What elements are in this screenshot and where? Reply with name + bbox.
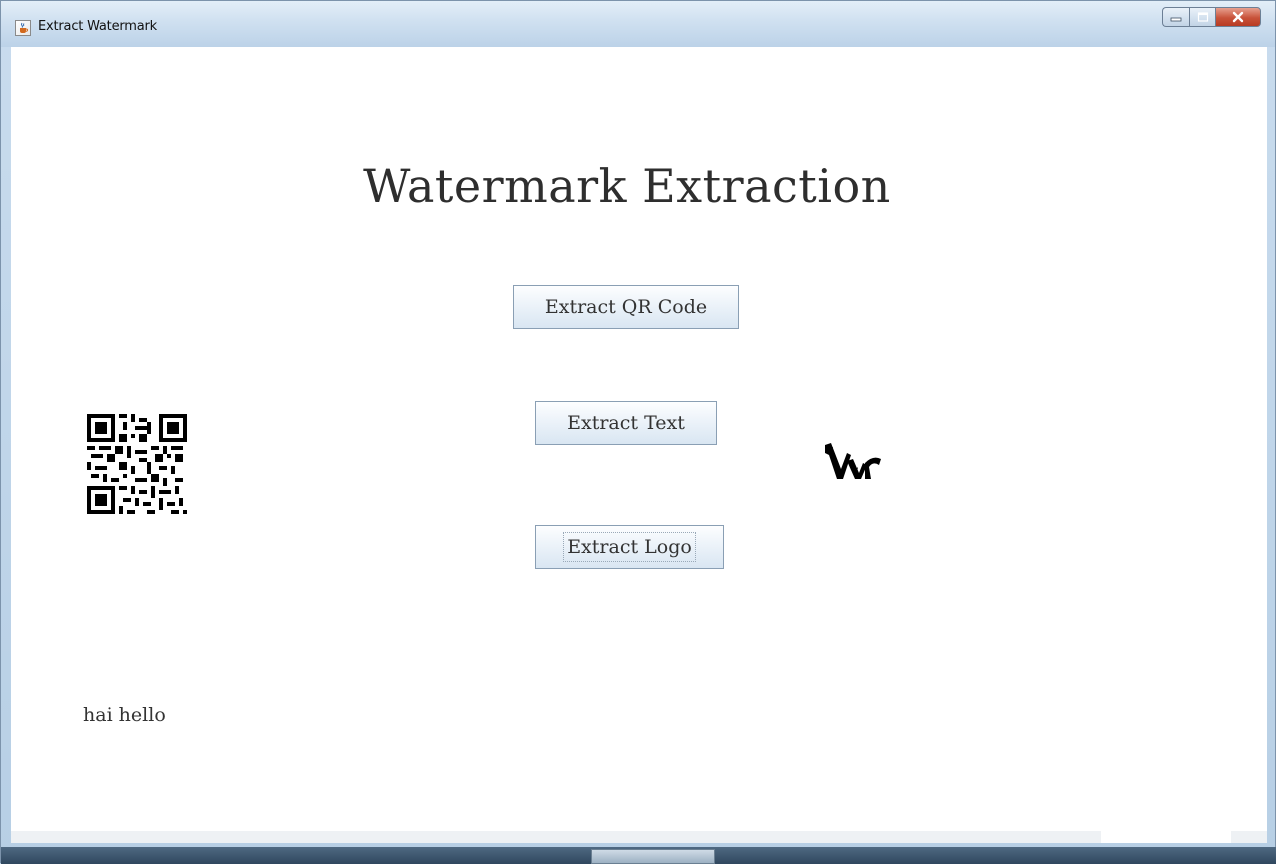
- extracted-logo-image: [821, 439, 885, 483]
- taskbar: [1, 847, 1276, 864]
- extracted-text-output: hai hello: [83, 704, 166, 726]
- extract-logo-button[interactable]: Extract Logo: [535, 525, 724, 569]
- content-panel: Watermark Extraction Extract QR Code Ext…: [11, 47, 1267, 831]
- window-title: Extract Watermark: [38, 19, 157, 34]
- minimize-icon: [1170, 17, 1182, 22]
- bottom-edge-block: [1101, 831, 1231, 843]
- page-title: Watermark Extraction: [363, 159, 891, 213]
- minimize-button[interactable]: [1162, 7, 1189, 27]
- extract-text-button[interactable]: Extract Text: [535, 401, 717, 445]
- maximize-button[interactable]: [1189, 7, 1215, 27]
- extract-logo-label: Extract Logo: [563, 532, 696, 562]
- qr-code-image: [87, 414, 187, 514]
- taskbar-button[interactable]: [591, 849, 715, 864]
- maximize-icon: [1197, 12, 1208, 22]
- window-controls: [1162, 7, 1261, 29]
- bottom-edge: [11, 831, 1267, 843]
- java-cup-icon[interactable]: [15, 20, 31, 36]
- close-button[interactable]: [1215, 7, 1261, 27]
- close-icon: [1232, 11, 1244, 23]
- application-window: Extract Watermark Watermark Extraction E…: [0, 0, 1276, 864]
- extract-qr-code-button[interactable]: Extract QR Code: [513, 285, 739, 329]
- title-bar[interactable]: Extract Watermark: [1, 1, 1275, 47]
